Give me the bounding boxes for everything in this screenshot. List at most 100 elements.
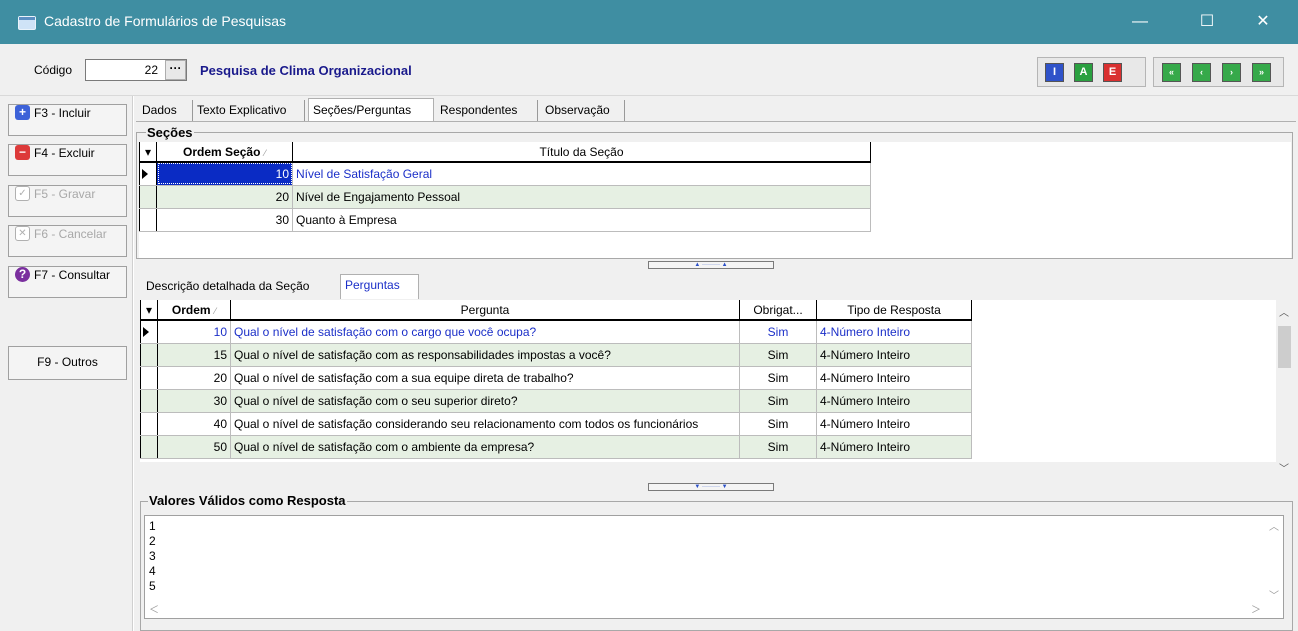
scroll-down-icon[interactable]: ﹀ — [1279, 460, 1289, 475]
scroll-thumb[interactable] — [1278, 326, 1291, 368]
table-row[interactable]: 30 Quanto à Empresa — [139, 208, 871, 232]
minus-icon: − — [15, 145, 30, 161]
row-indicator — [139, 185, 157, 209]
scroll-up-icon[interactable]: ︿ — [1279, 304, 1289, 319]
code-lookup-button[interactable]: ··· — [165, 60, 186, 80]
subtab-descricao[interactable]: Descrição detalhada da Seção — [142, 277, 313, 293]
tab-respondentes[interactable]: Respondentes — [436, 100, 538, 122]
cell-titulo[interactable]: Nível de Satisfação Geral — [292, 162, 871, 186]
window-titlebar: Cadastro de Formulários de Pesquisas — ☐… — [0, 0, 1298, 44]
cell-titulo[interactable]: Nível de Engajamento Pessoal — [292, 185, 871, 209]
cell-tipo-resposta[interactable]: 4-Número Inteiro — [816, 412, 972, 436]
cancel-button[interactable]: ✕ F6 - Cancelar — [8, 225, 127, 257]
check-icon: ✓ — [15, 186, 30, 202]
tab-texto-explicativo[interactable]: Texto Explicativo — [193, 100, 305, 122]
secoes-grid[interactable]: ▾ Ordem Seção ⁄ Título da Seção 10 Nível … — [139, 142, 1291, 258]
splitter-top[interactable]: ▲ ········· ▲ — [648, 261, 774, 269]
cell-tipo-resposta[interactable]: 4-Número Inteiro — [816, 366, 972, 390]
cell-obrigatoria[interactable]: Sim — [739, 343, 817, 367]
table-row[interactable]: 10 Nível de Satisfação Geral — [139, 162, 871, 186]
cell-tipo-resposta[interactable]: 4-Número Inteiro — [816, 320, 972, 344]
maximize-button[interactable]: ☐ — [1184, 0, 1230, 44]
row-indicator — [139, 162, 157, 186]
info-button[interactable]: I — [1045, 63, 1064, 82]
cell-obrigatoria[interactable]: Sim — [739, 412, 817, 436]
cell-obrigatoria[interactable]: Sim — [739, 366, 817, 390]
cell-pergunta[interactable]: Qual o nível de satisfação com o cargo q… — [230, 320, 740, 344]
cell-ordem[interactable]: 15 — [157, 343, 231, 367]
cell-tipo-resposta[interactable]: 4-Número Inteiro — [816, 343, 972, 367]
valores-memo[interactable]: 1 2 3 4 5 ＜ ＞ ︿ ﹀ — [144, 515, 1284, 619]
current-row-icon — [143, 327, 149, 337]
tab-secoes-perguntas[interactable]: Seções/Perguntas — [308, 98, 434, 123]
next-record-icon[interactable]: › — [1222, 63, 1241, 82]
list-item: 3 — [149, 549, 156, 563]
tab-dados[interactable]: Dados — [138, 100, 193, 122]
cancel-icon: ✕ — [15, 226, 30, 242]
list-item: 5 — [149, 579, 156, 593]
col-pergunta[interactable]: Pergunta — [230, 300, 740, 321]
table-row[interactable]: 10 Qual o nível de satisfação com o carg… — [140, 320, 972, 344]
scroll-left-icon[interactable]: ＜ — [149, 603, 159, 618]
col-obrigatoria[interactable]: Obrigat... — [739, 300, 817, 321]
cell-ordem[interactable]: 40 — [157, 412, 231, 436]
main-area: Dados Texto Explicativo Seções/Perguntas… — [134, 96, 1298, 631]
cell-obrigatoria[interactable]: Sim — [739, 389, 817, 413]
tab-observacao[interactable]: Observação — [541, 100, 625, 122]
perguntas-scrollbar[interactable]: ︿ ﹀ — [1276, 300, 1293, 477]
cell-pergunta[interactable]: Qual o nível de satisfação com o ambient… — [230, 435, 740, 459]
memo-scroll-up-icon[interactable]: ︿ — [1269, 520, 1279, 535]
table-row[interactable]: 20 Nível de Engajamento Pessoal — [139, 185, 871, 209]
col-ordem[interactable]: Ordem ⁄ — [157, 300, 231, 321]
edit-button[interactable]: A — [1074, 63, 1093, 82]
cell-pergunta[interactable]: Qual o nível de satisfação com a sua equ… — [230, 366, 740, 390]
cell-obrigatoria[interactable]: Sim — [739, 435, 817, 459]
others-button[interactable]: F9 - Outros — [8, 346, 127, 380]
col-titulo-secao[interactable]: Título da Seção — [292, 142, 871, 163]
table-row[interactable]: 15 Qual o nível de satisfação com as res… — [140, 343, 972, 367]
cell-tipo-resposta[interactable]: 4-Número Inteiro — [816, 389, 972, 413]
action-toolbar: I A E — [1037, 57, 1146, 87]
row-indicator — [139, 208, 157, 232]
secoes-perguntas-page: Seções ▾ Ordem Seção ⁄ Título da Seção 10… — [136, 121, 1296, 631]
prev-record-icon[interactable]: ‹ — [1192, 63, 1211, 82]
cell-obrigatoria[interactable]: Sim — [739, 320, 817, 344]
row-indicator — [140, 366, 158, 390]
erase-button[interactable]: E — [1103, 63, 1122, 82]
save-button[interactable]: ✓ F5 - Gravar — [8, 185, 127, 217]
col-ordem-secao[interactable]: Ordem Seção ⁄ — [156, 142, 293, 163]
first-record-icon[interactable]: « — [1162, 63, 1181, 82]
actions-panel: + F3 - Incluir − F4 - Excluir ✓ F5 - Gravar… — [0, 96, 133, 631]
cell-ordem[interactable]: 30 — [156, 208, 293, 232]
cell-titulo[interactable]: Quanto à Empresa — [292, 208, 871, 232]
cell-tipo-resposta[interactable]: 4-Número Inteiro — [816, 435, 972, 459]
include-button[interactable]: + F3 - Incluir — [8, 104, 127, 136]
code-label: Código — [34, 63, 73, 77]
table-row[interactable]: 30 Qual o nível de satisfação com o seu … — [140, 389, 972, 413]
perguntas-grid[interactable]: ▾ Ordem ⁄ Pergunta Obrigat... Tipo de Res… — [140, 300, 1277, 462]
window-title: Cadastro de Formulários de Pesquisas — [44, 13, 287, 29]
cell-ordem[interactable]: 10 — [157, 320, 231, 344]
cell-ordem[interactable]: 10 — [156, 162, 293, 186]
minimize-button[interactable]: — — [1117, 0, 1163, 44]
memo-scroll-down-icon[interactable]: ﹀ — [1269, 589, 1279, 604]
query-button[interactable]: ? F7 - Consultar — [8, 266, 127, 298]
subtab-perguntas[interactable]: Perguntas — [340, 274, 419, 299]
valores-title: Valores Válidos como Resposta — [148, 493, 347, 508]
cell-pergunta[interactable]: Qual o nível de satisfação com o seu sup… — [230, 389, 740, 413]
cell-ordem[interactable]: 20 — [157, 366, 231, 390]
cell-pergunta[interactable]: Qual o nível de satisfação com as respon… — [230, 343, 740, 367]
cell-pergunta[interactable]: Qual o nível de satisfação considerando … — [230, 412, 740, 436]
delete-button[interactable]: − F4 - Excluir — [8, 144, 127, 176]
table-row[interactable]: 20 Qual o nível de satisfação com a sua … — [140, 366, 972, 390]
cell-ordem[interactable]: 20 — [156, 185, 293, 209]
last-record-icon[interactable]: » — [1252, 63, 1271, 82]
cell-ordem[interactable]: 50 — [157, 435, 231, 459]
splitter-bottom[interactable]: ▼ ········· ▼ — [648, 483, 774, 491]
close-button[interactable]: ✕ — [1240, 0, 1286, 44]
cell-ordem[interactable]: 30 — [157, 389, 231, 413]
table-row[interactable]: 40 Qual o nível de satisfação consideran… — [140, 412, 972, 436]
scroll-right-icon[interactable]: ＞ — [1251, 603, 1261, 618]
table-row[interactable]: 50 Qual o nível de satisfação com o ambi… — [140, 435, 972, 459]
col-tipo-resposta[interactable]: Tipo de Resposta — [816, 300, 972, 321]
